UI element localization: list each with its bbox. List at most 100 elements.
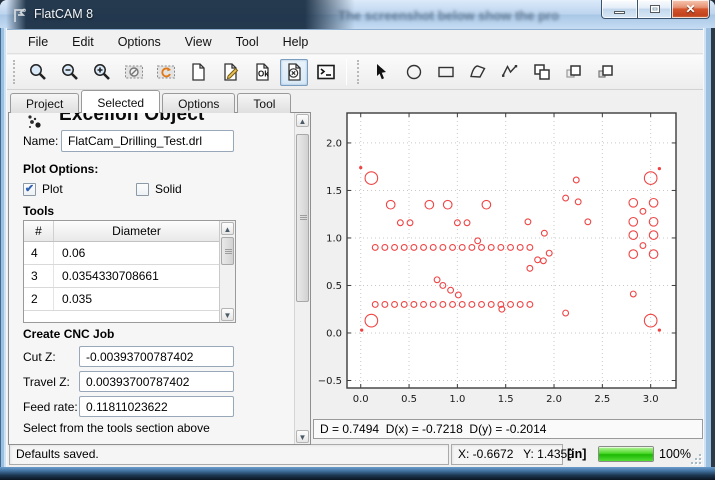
window-border-right[interactable] [703,28,715,480]
travel-z-input[interactable] [79,371,234,392]
tools-table[interactable]: # Diameter 40.0630.035433070866120.035 ▲… [23,220,236,323]
scroll-up-icon[interactable]: ▲ [296,114,309,127]
delta-readout: D = 0.7494 D(x) = -0.7218 D(y) = -0.2014 [313,419,703,439]
cancel-x-button[interactable] [280,59,308,86]
tool-diameter-cell[interactable]: 0.035 [54,288,219,310]
geo-union-icon [532,62,552,82]
resize-grip[interactable] [691,454,701,464]
tool-number-cell[interactable]: 3 [24,265,54,287]
zoom-in-icon [92,62,112,82]
tab-options[interactable]: Options [162,93,235,113]
tool-table-row[interactable]: 40.06 [24,242,235,265]
panel-heading-clip: Excellon Object [59,113,269,125]
tool-diameter-cell[interactable]: 0.0354330708661 [54,265,219,287]
table-scroll-thumb[interactable] [221,237,234,265]
zoom-out-icon [60,62,80,82]
panel-scrollbar[interactable]: ▲ ▼ [294,113,310,444]
window-border-left[interactable] [0,28,7,480]
panel-scroll-thumb[interactable] [296,134,309,302]
select-pointer-icon [372,62,392,82]
col-header-diameter[interactable]: Diameter [54,221,219,241]
svg-text:3.0: 3.0 [643,394,659,405]
save-ok-button[interactable]: Ok [248,59,276,86]
tab-tool[interactable]: Tool [237,93,291,113]
close-icon: ✕ [685,3,695,15]
menu-file[interactable]: File [17,32,59,52]
scroll-down-icon[interactable]: ▼ [296,430,309,443]
svg-text:1.0: 1.0 [449,394,465,405]
geo-move-button[interactable] [592,59,620,86]
scroll-up-icon[interactable]: ▲ [221,222,234,235]
menu-help[interactable]: Help [272,32,320,52]
tools-table-scrollbar[interactable]: ▲ ▼ [219,221,235,322]
caption-buttons: ✕ [601,0,710,19]
window-border-bottom[interactable] [0,467,715,480]
replot-icon [156,62,176,82]
travel-z-label: Travel Z: [23,375,70,389]
zoom-in-button[interactable] [88,59,116,86]
clear-plot-icon [124,62,144,82]
col-header-number[interactable]: # [24,221,54,241]
draw-path-icon [500,62,520,82]
name-input[interactable] [61,130,234,152]
solid-checkbox-label: Solid [155,182,182,196]
open-edit-button[interactable] [216,59,244,86]
draw-circle-button[interactable] [400,59,428,86]
svg-text:Ok: Ok [258,70,269,79]
toolbar-drag-handle[interactable] [13,60,17,84]
tool-number-cell[interactable]: 2 [24,288,54,310]
command-line-button[interactable] [312,59,340,86]
svg-text:1.5: 1.5 [326,186,342,197]
tab-selected[interactable]: Selected [81,90,160,113]
draw-circle-icon [404,62,424,82]
zoom-out-button[interactable] [56,59,84,86]
geo-union-button[interactable] [528,59,556,86]
menu-options[interactable]: Options [107,32,172,52]
plot-region[interactable]: 0.00.51.01.52.02.53.0−0.50.00.51.01.52.0 [313,96,703,416]
plot-options-label: Plot Options: [23,162,98,176]
maximize-button[interactable] [638,0,671,19]
new-file-button[interactable] [184,59,212,86]
cursor-coordinates: X: -0.6672 Y: 1.4359 [451,444,563,465]
clear-plot-button[interactable] [120,59,148,86]
select-pointer-button[interactable] [368,59,396,86]
geo-copy-button[interactable] [560,59,588,86]
tab-project[interactable]: Project [10,93,79,113]
tool-number-cell[interactable]: 4 [24,242,54,264]
svg-text:1.0: 1.0 [326,233,342,244]
tool-table-row[interactable]: 30.0354330708661 [24,265,235,288]
plot-checkbox-label: Plot [42,182,63,196]
plot-checkbox[interactable]: ✔ Plot [23,182,63,196]
draw-rectangle-button[interactable] [432,59,460,86]
scroll-down-icon[interactable]: ▼ [221,308,234,321]
minimize-button[interactable] [601,0,638,19]
feed-rate-label: Feed rate: [23,400,78,414]
menu-tool[interactable]: Tool [225,32,270,52]
solid-checkbox[interactable]: Solid [136,182,182,196]
close-button[interactable]: ✕ [671,0,710,19]
plot-canvas[interactable]: 0.00.51.01.52.02.53.0−0.50.00.51.01.52.0 [313,96,703,416]
draw-polygon-button[interactable] [464,59,492,86]
title-bar[interactable]: The screenshot below show the pro FlatCA… [0,0,715,30]
progress-percent: 100% [659,444,691,465]
save-ok-icon: Ok [252,62,272,82]
geo-move-icon [596,62,616,82]
tool-diameter-cell[interactable]: 0.06 [54,242,219,264]
selected-object-panel: Excellon Object Name: Plot Options: ✔ Pl… [8,112,311,445]
panel-heading: Excellon Object [59,113,269,125]
cut-z-label: Cut Z: [23,350,56,364]
cut-z-input[interactable] [79,346,234,367]
tool-table-row[interactable]: 20.035 [24,288,235,311]
app-window: The screenshot below show the pro FlatCA… [0,0,715,480]
menu-edit[interactable]: Edit [61,32,105,52]
zoom-fit-button[interactable] [24,59,52,86]
replot-button[interactable] [152,59,180,86]
cancel-x-icon [284,62,304,82]
command-line-icon [316,62,336,82]
feed-rate-input[interactable] [79,396,234,417]
menu-view[interactable]: View [174,32,223,52]
toolbar-drag-handle[interactable] [357,60,361,84]
svg-text:0.0: 0.0 [353,394,369,405]
maximize-icon [650,5,660,13]
draw-path-button[interactable] [496,59,524,86]
